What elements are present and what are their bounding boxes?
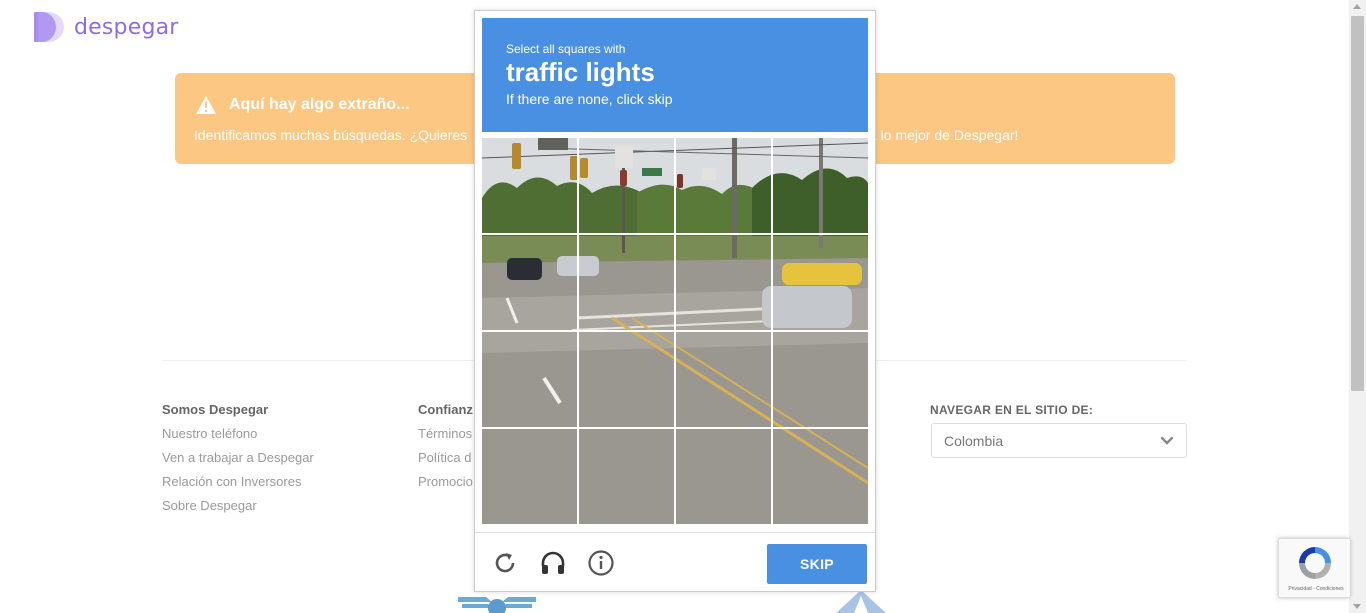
partner-wings-logo [458, 597, 536, 613]
captcha-tile-4-2[interactable] [579, 429, 674, 524]
audio-headphones-icon [541, 551, 565, 574]
help-info-button[interactable] [586, 548, 616, 578]
footer-column-title: Somos Despegar [162, 402, 269, 417]
scroll-up-arrow-icon[interactable] [1353, 4, 1361, 9]
country-select-value: Colombia [944, 432, 1004, 449]
captcha-instructions: Select all squares with traffic lights I… [482, 18, 868, 132]
despegar-logo-icon [34, 12, 64, 42]
footer-column-somos-despegar: Somos Despegar Nuestro teléfono Ven a tr… [162, 402, 314, 522]
captcha-image-grid [482, 138, 868, 524]
captcha-tile-3-3[interactable] [676, 332, 771, 427]
footer-link-telefono[interactable]: Nuestro teléfono [162, 426, 314, 441]
recaptcha-badge[interactable]: Privacidad - Condiciones [1278, 538, 1350, 598]
captcha-tile-1-3[interactable] [676, 138, 771, 233]
recaptcha-logo-icon [1299, 547, 1331, 579]
banner-title: Aquí hay algo extraño... [229, 96, 410, 113]
chevron-down-icon [1160, 436, 1174, 445]
footer-link-sobre[interactable]: Sobre Despegar [162, 498, 314, 513]
partner-a-logo [836, 590, 886, 613]
footer-link-politica[interactable]: Política d [418, 450, 473, 465]
footer-link-terminos[interactable]: Términos [418, 426, 473, 441]
nav-site-label: NAVEGAR EN EL SITIO DE: [930, 403, 1094, 417]
info-icon [588, 550, 614, 576]
footer-link-promociones[interactable]: Promocio [418, 474, 473, 489]
captcha-tile-2-3[interactable] [676, 235, 771, 330]
recaptcha-badge-links[interactable]: Privacidad - Condiciones [1283, 586, 1349, 592]
captcha-challenge: Select all squares with traffic lights I… [474, 10, 876, 592]
brand-name: despegar [74, 14, 179, 40]
captcha-tile-2-2[interactable] [579, 235, 674, 330]
country-select[interactable]: Colombia [931, 423, 1187, 458]
footer-link-inversores[interactable]: Relación con Inversores [162, 474, 314, 489]
captcha-tile-3-1[interactable] [482, 332, 577, 427]
banner-message: Identificamos muchas búsquedas. ¿Quieres [194, 127, 468, 143]
captcha-tile-4-3[interactable] [676, 429, 771, 524]
warning-icon [196, 96, 216, 114]
captcha-controls: SKIP [475, 532, 875, 592]
captcha-instruction-line: Select all squares with [506, 42, 626, 56]
audio-challenge-button[interactable] [538, 548, 568, 578]
page-scrollbar[interactable] [1349, 0, 1366, 613]
captcha-tile-3-4[interactable] [773, 332, 868, 427]
skip-button[interactable]: SKIP [767, 544, 867, 584]
captcha-target: traffic lights [506, 57, 655, 87]
reload-challenge-button[interactable] [490, 548, 520, 578]
banner-message-end: a lo mejor de Despegar! [869, 127, 1019, 143]
captcha-tile-1-1[interactable] [482, 138, 577, 233]
reload-icon [495, 553, 515, 573]
footer-link-trabajar[interactable]: Ven a trabajar a Despegar [162, 450, 314, 465]
footer-column-title: Confianz [418, 402, 473, 417]
captcha-skip-hint: If there are none, click skip [506, 90, 673, 107]
despegar-logo[interactable]: despegar [34, 10, 179, 44]
scroll-down-arrow-icon[interactable] [1353, 604, 1361, 609]
captcha-tile-4-1[interactable] [482, 429, 577, 524]
captcha-tile-4-4[interactable] [773, 429, 868, 524]
captcha-tile-2-1[interactable] [482, 235, 577, 330]
captcha-tile-1-4[interactable] [773, 138, 868, 233]
captcha-tile-2-4[interactable] [773, 235, 868, 330]
captcha-tile-1-2[interactable] [579, 138, 674, 233]
captcha-tile-3-2[interactable] [579, 332, 674, 427]
footer-column-confianza: Confianz Términos Política d Promocio [418, 402, 473, 498]
page: despegar Aquí hay algo extraño... Identi… [0, 0, 1366, 613]
scrollbar-thumb[interactable] [1351, 16, 1364, 391]
